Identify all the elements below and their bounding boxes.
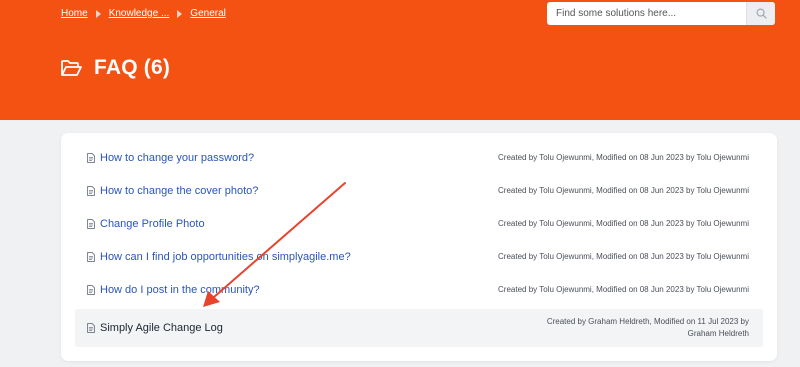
chevron-right-icon — [177, 9, 183, 18]
document-icon — [87, 323, 95, 333]
document-icon — [87, 218, 95, 229]
list-item[interactable]: How do I post in the community? Created … — [75, 273, 763, 306]
list-item[interactable]: How to change the cover photo? Created b… — [75, 174, 763, 207]
article-link[interactable]: How can I find job opportunities on simp… — [100, 251, 351, 263]
list-item[interactable]: How can I find job opportunities on simp… — [75, 240, 763, 273]
chevron-right-icon — [95, 9, 101, 18]
list-item[interactable]: Change Profile Photo Created by Tolu Oje… — [75, 207, 763, 240]
article-link[interactable]: How to change the cover photo? — [100, 185, 258, 197]
document-icon — [87, 152, 95, 163]
article-meta: Created by Tolu Ojewunmi, Modified on 08… — [498, 218, 749, 228]
list-item-highlighted[interactable]: Simply Agile Change Log Created by Graha… — [75, 309, 763, 347]
document-icon — [87, 251, 95, 262]
breadcrumb-general[interactable]: General — [190, 8, 226, 19]
page-header: Home Knowledge ... General FAQ (6) — [0, 0, 800, 120]
search-box — [547, 2, 775, 25]
article-list: How to change your password? Created by … — [61, 133, 777, 361]
article-meta: Created by Graham Heldreth, Modified on … — [546, 317, 749, 338]
article-link[interactable]: How to change your password? — [100, 152, 254, 164]
document-icon — [87, 185, 95, 196]
article-link[interactable]: Change Profile Photo — [100, 218, 205, 230]
article-meta: Created by Tolu Ojewunmi, Modified on 08… — [498, 251, 749, 261]
article-meta: Created by Tolu Ojewunmi, Modified on 08… — [498, 284, 749, 294]
breadcrumb-knowledge-base[interactable]: Knowledge ... — [109, 8, 170, 19]
page-title: FAQ (6) — [94, 56, 171, 79]
page-title-group: FAQ (6) — [60, 56, 170, 80]
article-link[interactable]: How do I post in the community? — [100, 284, 260, 296]
document-icon — [87, 284, 95, 295]
breadcrumb: Home Knowledge ... General — [61, 8, 226, 19]
breadcrumb-home[interactable]: Home — [61, 8, 88, 19]
search-icon — [756, 8, 767, 19]
article-meta: Created by Tolu Ojewunmi, Modified on 08… — [498, 152, 749, 162]
article-link[interactable]: Simply Agile Change Log — [100, 322, 223, 334]
search-button[interactable] — [746, 2, 775, 25]
article-meta: Created by Tolu Ojewunmi, Modified on 08… — [498, 185, 749, 195]
folder-open-icon — [61, 60, 82, 76]
search-input[interactable] — [547, 2, 746, 25]
list-item[interactable]: How to change your password? Created by … — [75, 141, 763, 174]
